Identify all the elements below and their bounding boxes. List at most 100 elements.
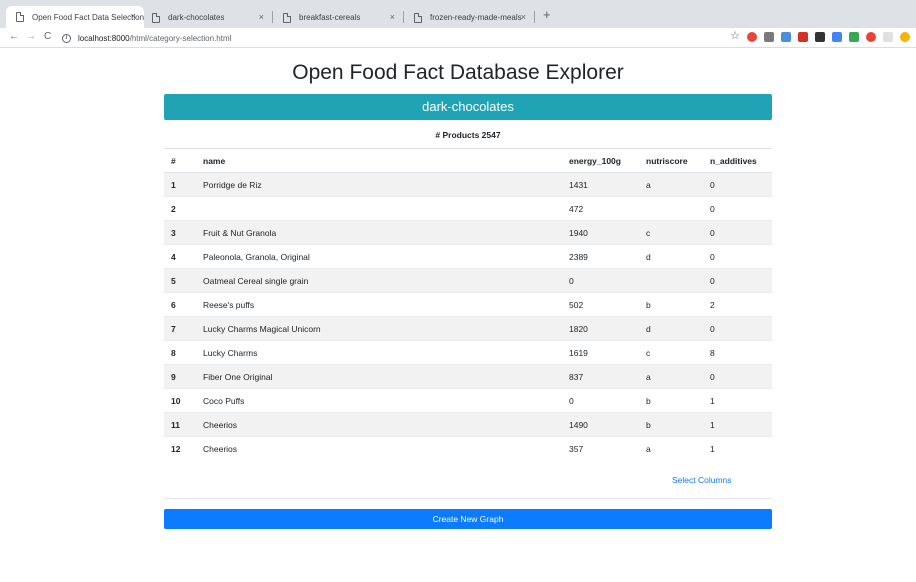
page-title: Open Food Fact Database Explorer (292, 61, 624, 84)
cell-name: Lucky Charms Magical Unicorn (196, 316, 562, 341)
cell-nutriscore: d (639, 316, 703, 341)
document-icon (283, 12, 291, 23)
badge-extension-icon[interactable] (781, 31, 791, 42)
cell-energy: 1940 (562, 220, 639, 245)
table-row: 7 Lucky Charms Magical Unicorn 1820 d 0 (164, 316, 772, 341)
cell-nutriscore: a (639, 172, 703, 197)
category-banner: dark-chocolates (164, 94, 772, 120)
table-row: 2 472 0 (164, 196, 772, 221)
browser-tab-strip: Open Food Fact Data Selection × dark-cho… (0, 0, 916, 28)
document-icon (16, 12, 24, 22)
cell-name: Porridge de Riz (196, 172, 562, 197)
cell-nutriscore: a (639, 436, 703, 461)
table-row: 9 Fiber One Original 837 a 0 (164, 364, 772, 389)
cell-energy: 0 (562, 268, 639, 293)
table-row: 5 Oatmeal Cereal single grain 0 0 (164, 268, 772, 293)
cell-number: 6 (164, 292, 196, 317)
tab-title: dark-chocolates (168, 13, 225, 22)
tab-breakfast-cereals[interactable]: breakfast-cereals × (273, 7, 403, 28)
select-columns-link[interactable]: Select Columns (672, 475, 732, 485)
cell-name: Paleonola, Granola, Original (196, 244, 562, 269)
browser-toolbar: ← → C i localhost:8000/html/category-sel… (0, 28, 916, 48)
red-extension-icon[interactable] (798, 31, 808, 42)
cell-name: Fiber One Original (196, 364, 562, 389)
back-icon[interactable]: ← (9, 31, 19, 43)
cell-nutriscore: b (639, 292, 703, 317)
cell-additives: 0 (703, 172, 772, 197)
table-row: 11 Cheerios 1490 b 1 (164, 412, 772, 437)
products-table: # name energy_100g nutriscore n_additive… (164, 148, 772, 461)
bookmark-star-icon[interactable]: ☆ (730, 31, 740, 42)
tab-title: frozen-ready-made-meals (430, 13, 522, 22)
create-new-graph-button[interactable]: Create New Graph (164, 509, 772, 529)
cell-energy: 0 (562, 388, 639, 413)
cell-name: Cheerios (196, 412, 562, 437)
cell-nutriscore: c (639, 220, 703, 245)
product-count: # Products 2547 (435, 130, 501, 140)
tab-dark-chocolates[interactable]: dark-chocolates × (142, 7, 272, 28)
close-tab-icon[interactable]: × (521, 12, 526, 22)
cell-number: 2 (164, 196, 196, 221)
cell-name: Lucky Charms (196, 340, 562, 365)
tab-title: breakfast-cereals (299, 13, 361, 22)
cell-energy: 1619 (562, 340, 639, 365)
cell-number: 11 (164, 412, 196, 437)
cell-additives: 0 (703, 196, 772, 221)
close-tab-icon[interactable]: × (131, 11, 136, 21)
cell-name (196, 196, 562, 221)
forward-icon[interactable]: → (26, 31, 36, 43)
cell-additives: 1 (703, 412, 772, 437)
document-icon (152, 12, 160, 23)
drive-extension-icon[interactable] (849, 31, 859, 42)
cell-name: Coco Puffs (196, 388, 562, 413)
cell-name: Cheerios (196, 436, 562, 461)
cell-additives: 1 (703, 388, 772, 413)
table-body: 1 Porridge de Riz 1431 a 0 2 472 0 3 Fruit & Nut … (164, 172, 772, 461)
cell-energy: 1431 (562, 172, 639, 197)
cell-nutriscore: d (639, 244, 703, 269)
cell-additives: 0 (703, 316, 772, 341)
cell-energy: 2389 (562, 244, 639, 269)
reload-icon[interactable]: C (44, 31, 51, 43)
cell-additives: 0 (703, 244, 772, 269)
cell-additives: 1 (703, 436, 772, 461)
close-tab-icon[interactable]: × (259, 12, 264, 22)
cell-energy: 1490 (562, 412, 639, 437)
code-extension-icon[interactable] (764, 31, 774, 42)
extensions-area: ☆ (730, 31, 910, 42)
info-icon[interactable]: i (62, 33, 71, 43)
table-row: 12 Cheerios 357 a 1 (164, 436, 772, 461)
table-row: 1 Porridge de Riz 1431 a 0 (164, 172, 772, 197)
table-row: 8 Lucky Charms 1619 c 8 (164, 340, 772, 365)
table-header-row: # name energy_100g nutriscore n_additive… (164, 148, 772, 173)
cell-number: 12 (164, 436, 196, 461)
column-header-name: name (196, 148, 562, 173)
table-row: 10 Coco Puffs 0 b 1 (164, 388, 772, 413)
opera-extension-icon[interactable] (747, 31, 757, 42)
tab-open-food-fact-data-selection[interactable]: Open Food Fact Data Selection × (6, 6, 144, 28)
profile-avatar-icon[interactable] (900, 31, 910, 42)
table-row: 6 Reese's puffs 502 b 2 (164, 292, 772, 317)
cell-additives: 0 (703, 268, 772, 293)
cell-number: 4 (164, 244, 196, 269)
cell-name: Oatmeal Cereal single grain (196, 268, 562, 293)
cell-number: 3 (164, 220, 196, 245)
cell-additives: 0 (703, 220, 772, 245)
cell-nutriscore (639, 196, 703, 221)
new-tab-button[interactable]: + (543, 8, 551, 22)
grey-extension-icon[interactable] (883, 31, 893, 42)
blue-extension-icon[interactable] (832, 31, 842, 42)
shield-extension-icon[interactable] (866, 31, 876, 42)
tab-separator (534, 11, 535, 23)
close-tab-icon[interactable]: × (390, 12, 395, 22)
tab-frozen-ready-made-meals[interactable]: frozen-ready-made-meals × (404, 7, 534, 28)
cell-nutriscore: b (639, 388, 703, 413)
cell-number: 8 (164, 340, 196, 365)
address-bar[interactable]: i localhost:8000/html/category-selection… (62, 30, 692, 46)
table-row: 3 Fruit & Nut Granola 1940 c 0 (164, 220, 772, 245)
column-header-energy: energy_100g (562, 148, 639, 173)
cell-number: 9 (164, 364, 196, 389)
cell-nutriscore (639, 268, 703, 293)
dark-extension-icon[interactable] (815, 31, 825, 42)
cell-energy: 837 (562, 364, 639, 389)
